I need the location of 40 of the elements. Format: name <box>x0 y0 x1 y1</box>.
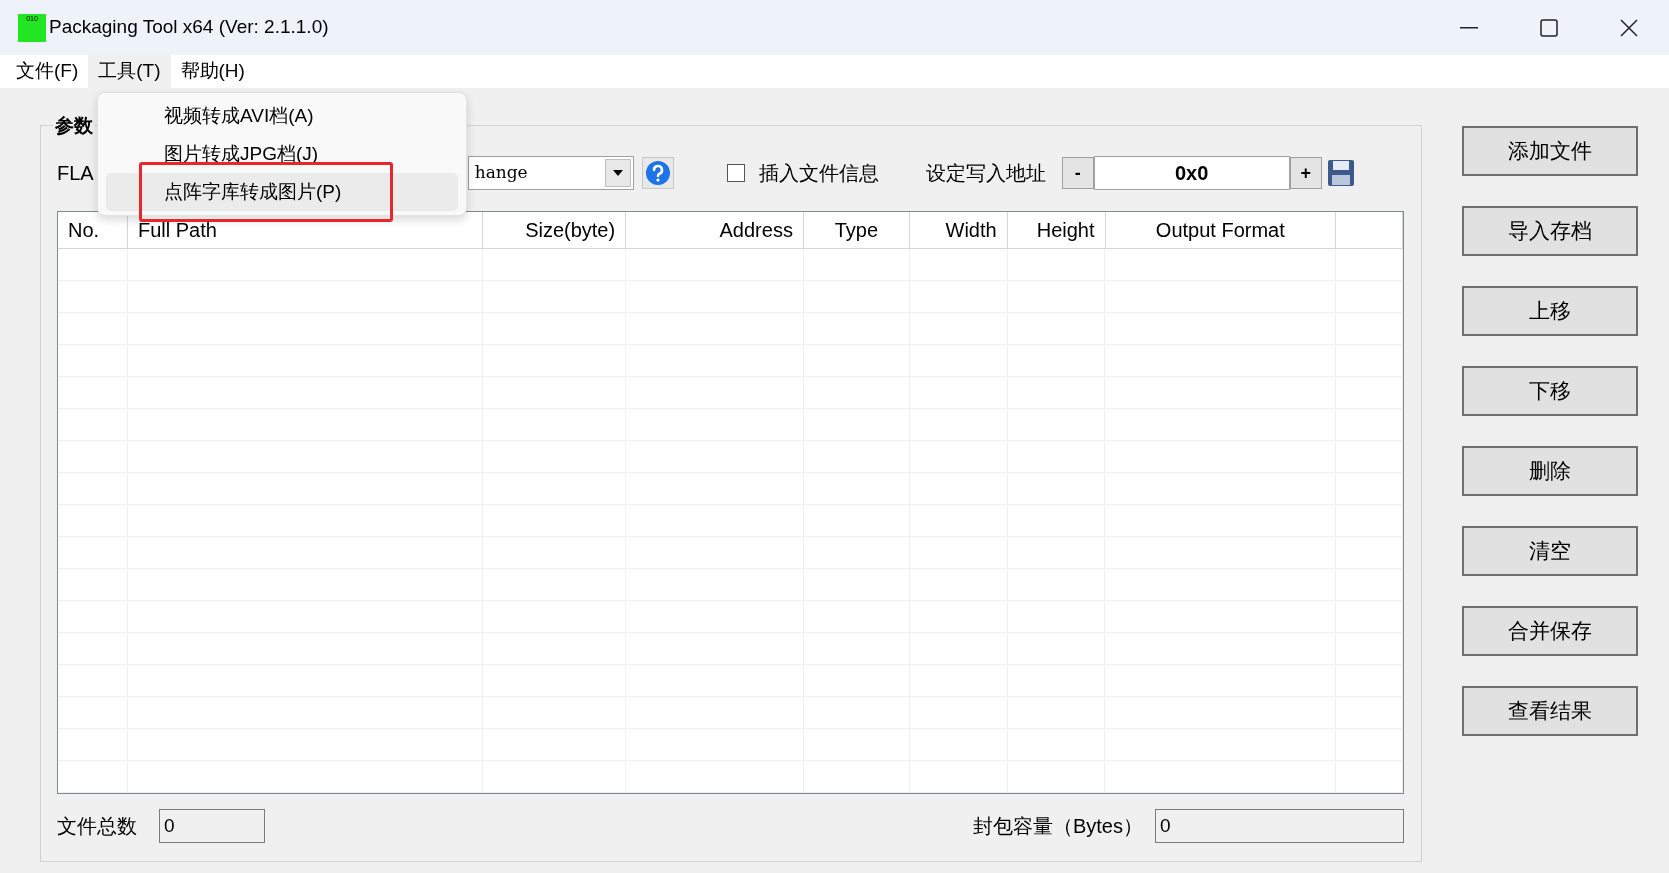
action-button[interactable]: 删除 <box>1462 446 1638 496</box>
help-icon <box>644 160 671 186</box>
column-header[interactable]: Output Format <box>1105 212 1337 248</box>
maximize-icon <box>1540 18 1558 37</box>
caret-icon <box>612 170 623 176</box>
column-header[interactable]: Width <box>909 212 1008 248</box>
menu-item[interactable]: 点阵字库转成图片(P) <box>106 173 458 211</box>
action-button[interactable]: 上移 <box>1462 286 1638 336</box>
file-count-field[interactable]: 0 <box>159 809 265 843</box>
checkbox-label: 插入文件信息 <box>758 161 879 186</box>
decrement-button[interactable]: - <box>1061 157 1094 189</box>
menu-item[interactable]: 帮助(H) <box>170 55 255 88</box>
field-label: 封包容量（Bytes） <box>972 814 1143 839</box>
column-header[interactable]: Address <box>626 212 804 248</box>
column-header[interactable]: Height <box>1007 212 1106 248</box>
window-title: Packaging Tool x64 (Ver: 2.1.1.0) <box>49 15 329 40</box>
column-header[interactable]: Type <box>803 212 910 248</box>
combo-box[interactable]: hange <box>467 156 634 190</box>
menu-item[interactable]: 工具(T) <box>88 55 171 88</box>
checkbox[interactable] <box>726 164 745 182</box>
column-header[interactable]: Size(byte) <box>483 212 627 248</box>
action-button[interactable]: 下移 <box>1462 366 1638 416</box>
close-icon <box>1620 18 1638 37</box>
help-button[interactable] <box>641 157 674 189</box>
action-button[interactable]: 查看结果 <box>1462 686 1638 736</box>
dropdown-button[interactable] <box>604 159 631 187</box>
action-button[interactable]: 添加文件 <box>1462 126 1638 176</box>
increment-button[interactable]: + <box>1289 157 1322 189</box>
address-field[interactable]: 0x0 <box>1093 156 1290 190</box>
menu-item[interactable]: 视频转成AVI档(A) <box>106 97 458 135</box>
field-label: FLA <box>57 161 94 186</box>
save-icon <box>1326 159 1355 187</box>
capacity-field[interactable]: 0 <box>1155 809 1404 843</box>
minimize-icon <box>1460 26 1478 29</box>
field-label: 文件总数 <box>57 814 137 839</box>
action-button[interactable]: 导入存档 <box>1462 206 1638 256</box>
action-button[interactable]: 合并保存 <box>1462 606 1638 656</box>
action-button[interactable]: 清空 <box>1462 526 1638 576</box>
menu-item[interactable]: 文件(F) <box>6 55 89 88</box>
field-label: 设定写入地址 <box>925 161 1046 186</box>
